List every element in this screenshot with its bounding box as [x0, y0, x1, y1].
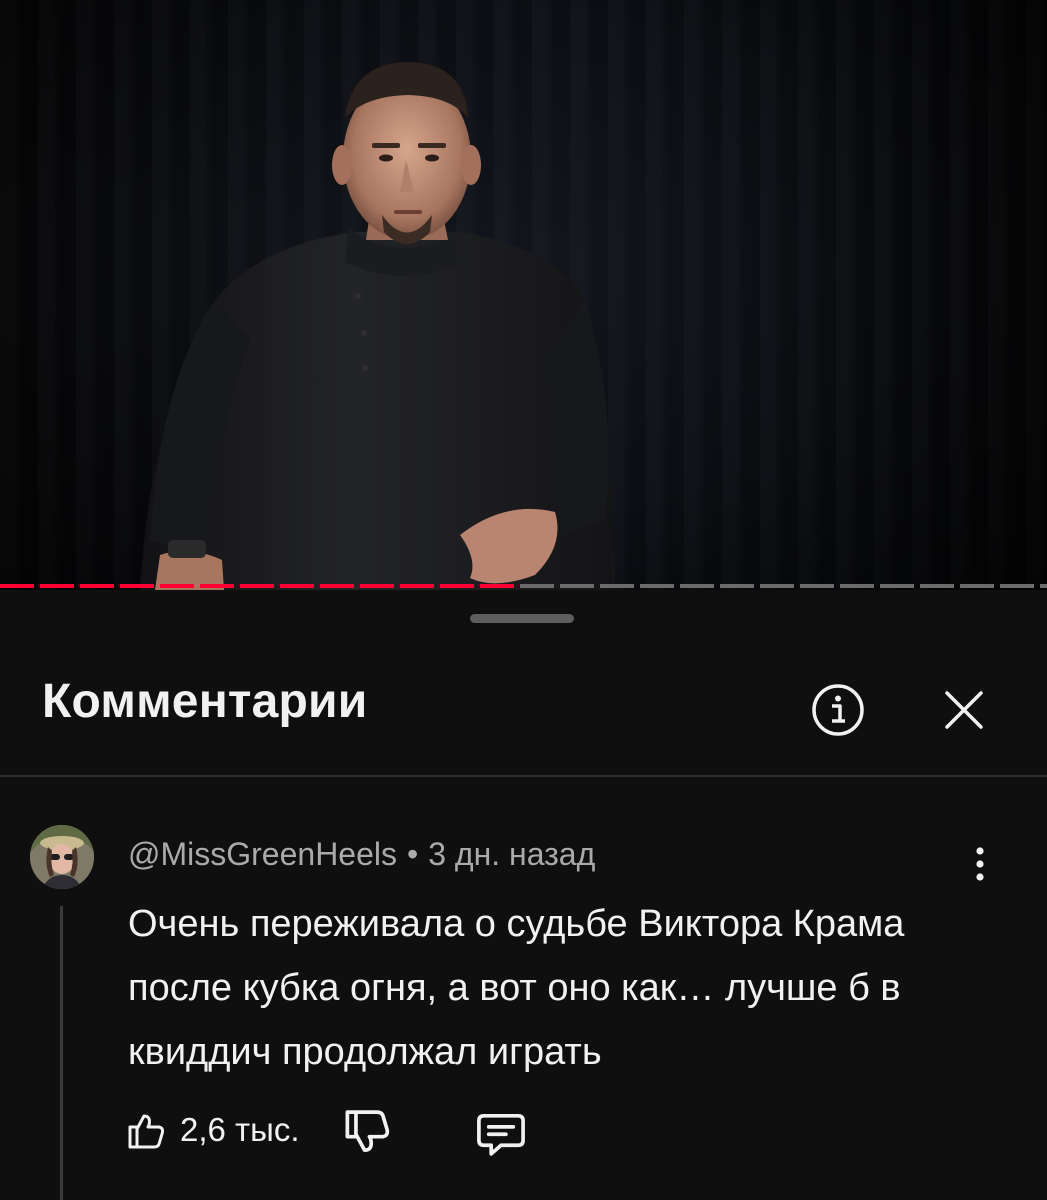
progress-segment-remaining: [800, 584, 834, 588]
progress-segment-remaining: [1040, 584, 1047, 588]
progress-segment-played: [40, 584, 74, 588]
progress-segment-remaining: [1000, 584, 1034, 588]
progress-segment-played: [440, 584, 474, 588]
drag-handle[interactable]: [470, 614, 574, 623]
dislike-button[interactable]: [340, 1106, 394, 1160]
progress-segment-remaining: [880, 584, 914, 588]
reply-thread-line: [60, 906, 63, 1200]
video-player[interactable]: [0, 0, 1047, 590]
comments-sheet: Комментарии @MissGreenHeels • 3 дн. назад: [0, 592, 1047, 1200]
progress-segment-remaining: [560, 584, 594, 588]
comment-text: Очень переживала о судьбе Виктора Крама …: [128, 903, 905, 1073]
progress-segment-played: [320, 584, 354, 588]
thumbs-down-icon: [345, 1110, 390, 1153]
progress-segment-remaining: [680, 584, 714, 588]
video-frame-person: [140, 62, 615, 590]
progress-segment-played: [120, 584, 154, 588]
progress-segment-remaining: [760, 584, 794, 588]
progress-segment-remaining: [600, 584, 634, 588]
reply-button[interactable]: [474, 1106, 528, 1160]
video-progress-bar[interactable]: [0, 584, 1047, 591]
progress-segment-played: [240, 584, 274, 588]
progress-segment-remaining: [720, 584, 754, 588]
sheet-title: Комментарии: [42, 675, 368, 728]
comment-author[interactable]: @MissGreenHeels: [128, 836, 397, 872]
progress-segment-remaining: [840, 584, 874, 588]
progress-segment-played: [480, 584, 514, 588]
progress-segment-played: [160, 584, 194, 588]
close-icon: [945, 691, 983, 729]
comment-actions: 2,6 тыс.: [124, 1102, 624, 1162]
progress-segment-played: [0, 584, 34, 588]
progress-segment-played: [80, 584, 114, 588]
avatar-image: [30, 825, 94, 889]
like-count: 2,6 тыс.: [180, 1111, 300, 1148]
like-button[interactable]: 2,6 тыс.: [124, 1102, 300, 1158]
progress-segment-remaining: [960, 584, 994, 588]
progress-segment-remaining: [520, 584, 554, 588]
meta-separator: •: [407, 836, 419, 872]
comment-time: 3 дн. назад: [428, 836, 596, 872]
more-vertical-icon: [976, 847, 984, 881]
header-divider: [0, 775, 1047, 777]
progress-segment-played: [280, 584, 314, 588]
info-icon: [812, 684, 864, 736]
thumbs-up-icon: [128, 1114, 165, 1149]
progress-segment-remaining: [920, 584, 954, 588]
progress-segment-played: [400, 584, 434, 588]
progress-segment-played: [200, 584, 234, 588]
info-button[interactable]: [808, 680, 868, 740]
progress-segment-played: [360, 584, 394, 588]
progress-segment-remaining: [640, 584, 674, 588]
close-button[interactable]: [934, 680, 994, 740]
avatar[interactable]: [30, 825, 94, 889]
reply-icon: [477, 1113, 525, 1156]
comment-meta: @MissGreenHeels • 3 дн. назад: [128, 836, 595, 873]
comment-menu-button[interactable]: [962, 842, 998, 886]
